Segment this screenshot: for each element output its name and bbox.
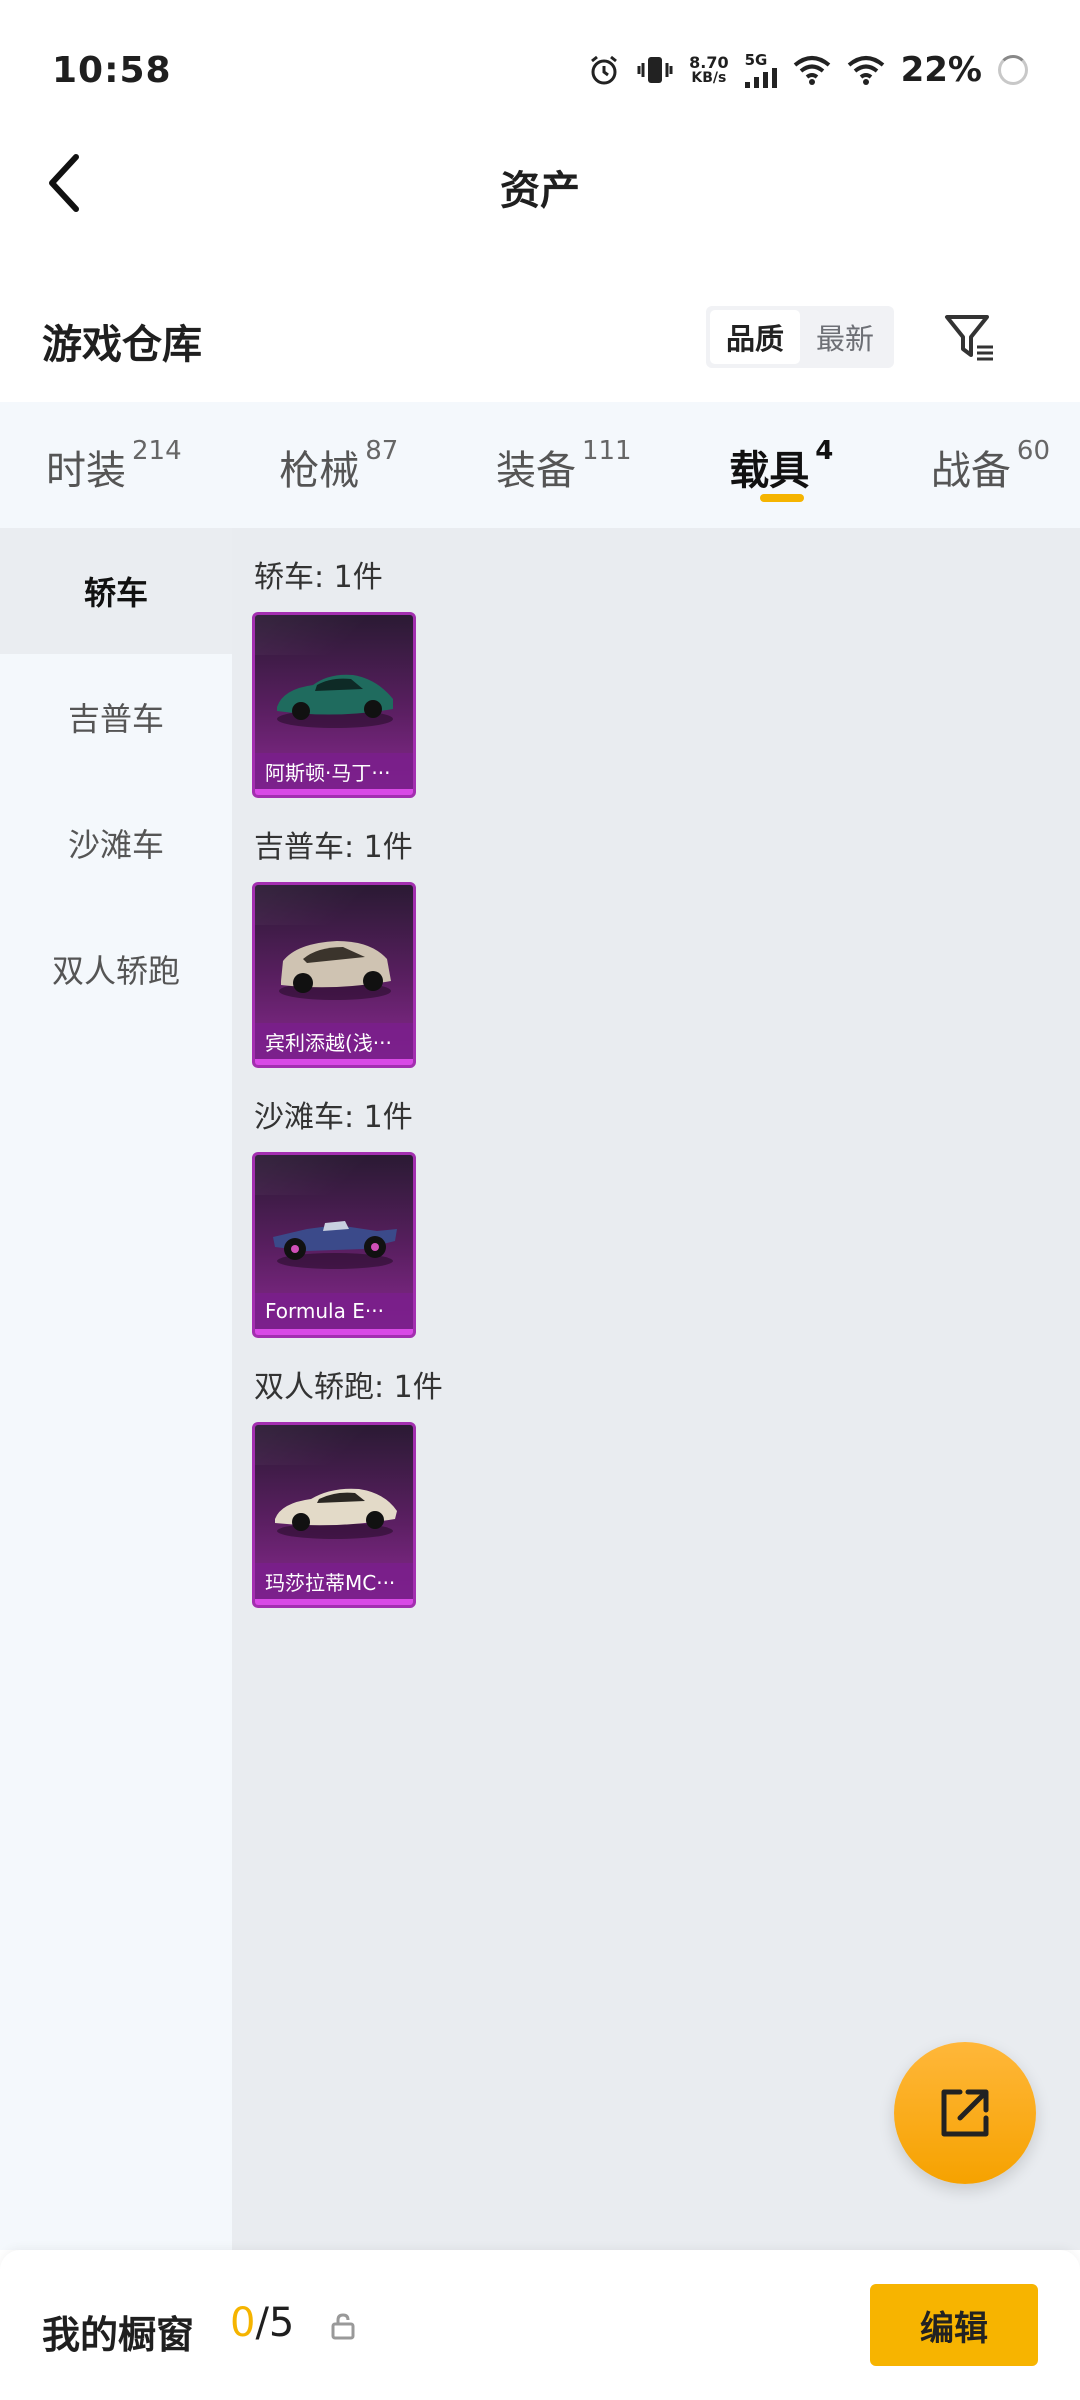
vehicle-card[interactable]: 阿斯顿·马丁··· — [252, 612, 416, 798]
showcase-bar: 我的橱窗 0/5 编辑 — [0, 2250, 1080, 2400]
status-time: 10:58 — [52, 49, 172, 91]
group-label: 双人轿跑: 1件 — [254, 1370, 443, 1405]
showcase-label: 我的橱窗 — [42, 2313, 195, 2357]
tab-label: 载具 — [729, 448, 810, 494]
section-title: 游戏仓库 — [42, 322, 202, 368]
tab-count: 111 — [581, 436, 632, 466]
tab-supplies[interactable]: 战备 60 — [931, 402, 1050, 528]
signal-icon — [744, 67, 777, 88]
network-type: 5G — [744, 50, 768, 69]
tab-label: 时装 — [46, 448, 126, 494]
share-button[interactable] — [894, 2042, 1036, 2184]
share-out-icon — [941, 2089, 989, 2137]
sort-newest-option[interactable]: 最新 — [800, 310, 890, 364]
sidebar-item-coupe[interactable]: 双人轿跑 — [0, 906, 232, 1032]
category-tabs: 时装 214 枪械 87 装备 111 载具 4 战备 60 — [0, 402, 1080, 528]
lock-icon — [331, 2313, 355, 2340]
vehicle-card[interactable]: Formula E··· — [252, 1152, 416, 1338]
speed-value: 8.70 — [689, 53, 729, 72]
tab-fashion[interactable]: 时装 214 — [46, 402, 182, 528]
tab-count: 4 — [815, 436, 834, 466]
tab-guns[interactable]: 枪械 87 — [279, 402, 398, 528]
edit-button[interactable]: 编辑 — [870, 2284, 1038, 2366]
filter-button[interactable] — [940, 304, 1000, 370]
vehicle-card[interactable]: 玛莎拉蒂MC··· — [252, 1422, 416, 1608]
vehicle-type-sidebar: 轿车 吉普车 沙滩车 双人轿跑 — [0, 528, 232, 2250]
showcase-current: 0 — [230, 2300, 256, 2346]
tab-count: 214 — [132, 436, 182, 466]
vehicle-list: 轿车: 1件 阿斯顿·马丁··· 吉普车: 1件 宾利添越(浅··· 沙滩车: … — [232, 528, 1080, 2250]
vehicle-name: 阿斯顿·马丁··· — [255, 753, 413, 789]
sidebar-item-jeep[interactable]: 吉普车 — [0, 654, 232, 780]
wifi-icon — [793, 54, 831, 86]
vehicle-name: 宾利添越(浅··· — [255, 1023, 413, 1059]
warehouse-header: 游戏仓库 品质 最新 — [0, 290, 1080, 390]
loading-icon — [998, 55, 1028, 85]
rarity-bar — [255, 1059, 413, 1065]
tab-equipment[interactable]: 装备 111 — [496, 402, 632, 528]
sort-quality-option[interactable]: 品质 — [710, 310, 800, 364]
tab-label: 装备 — [495, 448, 576, 494]
group-label: 轿车: 1件 — [254, 560, 383, 595]
group-label: 吉普车: 1件 — [254, 830, 413, 865]
status-icons: 8.70 KB/s 5G 22% — [587, 50, 1028, 90]
vehicle-card[interactable]: 宾利添越(浅··· — [252, 882, 416, 1068]
group-label: 沙滩车: 1件 — [254, 1100, 413, 1135]
car-thumbnail-icon — [275, 1488, 397, 1539]
cell-signal: 5G — [744, 50, 777, 88]
car-thumbnail-icon — [273, 1221, 397, 1269]
vehicle-name: 玛莎拉蒂MC··· — [255, 1563, 413, 1599]
vibrate-icon — [637, 53, 673, 87]
tab-count: 87 — [365, 436, 399, 466]
battery-percent: 22% — [900, 50, 982, 90]
tab-count: 60 — [1016, 436, 1050, 466]
showcase-total: /5 — [255, 2300, 295, 2346]
status-bar: 10:58 8.70 KB/s 5G 22% — [0, 0, 1080, 140]
car-thumbnail-icon — [279, 941, 391, 1000]
tab-label: 枪械 — [279, 448, 360, 494]
network-speed: 8.70 KB/s — [689, 53, 729, 86]
tab-label: 战备 — [930, 448, 1011, 494]
car-thumbnail-icon — [277, 674, 393, 728]
vehicle-name: Formula E··· — [255, 1293, 413, 1329]
rarity-bar — [255, 1599, 413, 1605]
tab-vehicles[interactable]: 载具 4 — [729, 402, 833, 528]
showcase-count: 0/5 — [230, 2300, 294, 2346]
app-header: 资产 — [0, 140, 1080, 230]
sort-toggle: 品质 最新 — [706, 306, 894, 368]
wifi-2-icon — [847, 54, 885, 86]
rarity-bar — [255, 789, 413, 795]
sidebar-item-buggy[interactable]: 沙滩车 — [0, 780, 232, 906]
sidebar-item-sedan[interactable]: 轿车 — [0, 528, 232, 654]
speed-unit: KB/s — [691, 70, 727, 86]
filter-icon — [945, 315, 993, 361]
rarity-bar — [255, 1329, 413, 1335]
alarm-icon — [587, 53, 621, 87]
page-title: 资产 — [500, 168, 580, 214]
